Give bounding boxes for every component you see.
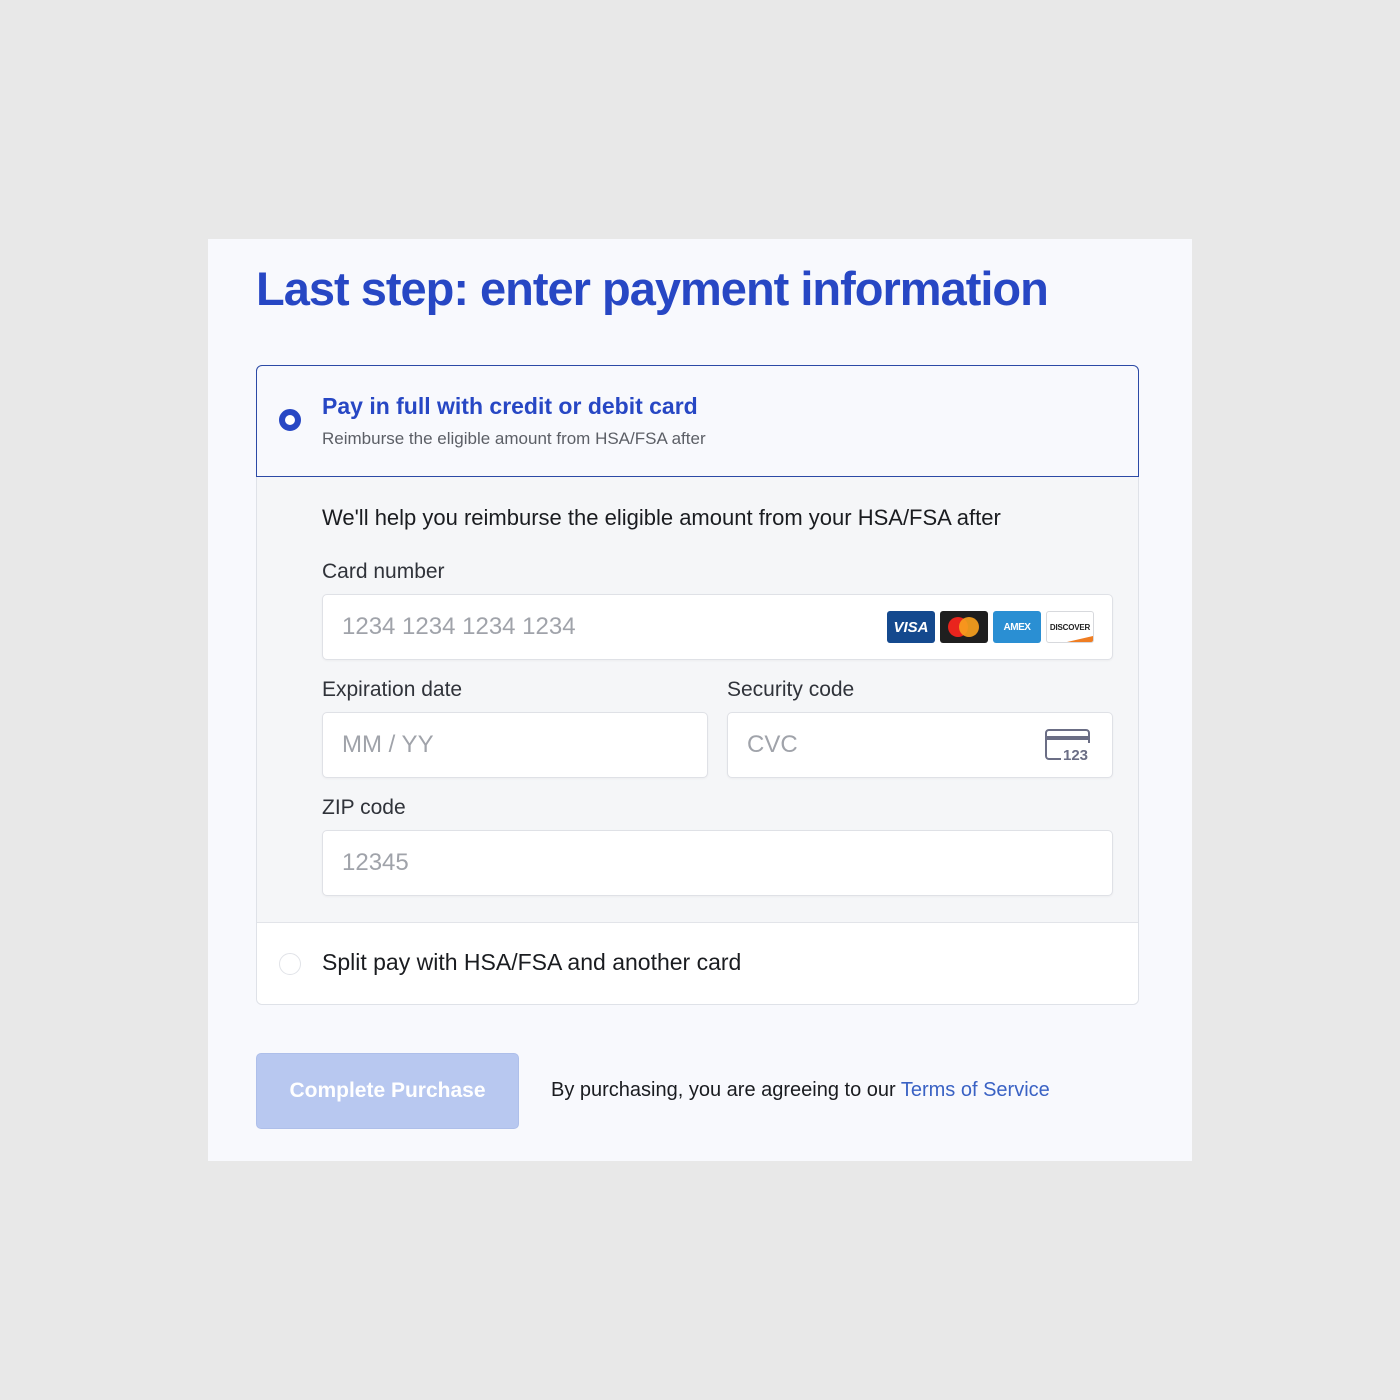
card-number-field: VISA AMEX DISCOVER xyxy=(322,594,1113,660)
terms-agreement-text: By purchasing, you are agreeing to our xyxy=(551,1079,901,1101)
option-split-pay-label: Split pay with HSA/FSA and another card xyxy=(322,949,742,975)
option-pay-in-full[interactable]: Pay in full with credit or debit card Re… xyxy=(256,365,1139,477)
cvc-card-icon: 123 xyxy=(1045,729,1090,763)
complete-purchase-button[interactable]: Complete Purchase xyxy=(256,1053,519,1129)
card-number-label: Card number xyxy=(322,560,445,583)
terms-of-service-link[interactable]: Terms of Service xyxy=(901,1079,1050,1101)
terms-agreement: By purchasing, you are agreeing to our T… xyxy=(551,1079,1050,1102)
security-code-label: Security code xyxy=(727,678,855,701)
security-code-field: 123 xyxy=(727,712,1113,778)
expiration-label: Expiration date xyxy=(322,678,463,701)
visa-icon: VISA xyxy=(887,611,935,643)
option-split-pay[interactable]: Split pay with HSA/FSA and another card xyxy=(257,923,1138,1004)
radio-selected-icon[interactable] xyxy=(279,409,301,431)
page-title: Last step: enter payment information xyxy=(256,262,1049,315)
expiration-field xyxy=(322,712,708,778)
amex-icon: AMEX xyxy=(993,611,1041,643)
card-form: We'll help you reimburse the eligible am… xyxy=(257,477,1138,923)
card-brands: VISA AMEX DISCOVER xyxy=(887,611,1094,643)
option-pay-in-full-subtitle: Reimburse the eligible amount from HSA/F… xyxy=(322,429,706,448)
discover-icon-text: DISCOVER xyxy=(1049,622,1091,632)
payment-panel: Last step: enter payment information Pay… xyxy=(208,239,1192,1161)
payment-options: Pay in full with credit or debit card Re… xyxy=(256,365,1139,1005)
cvc-icon-text: 123 xyxy=(1063,747,1088,763)
mastercard-icon xyxy=(940,611,988,643)
discover-icon: DISCOVER xyxy=(1046,611,1094,643)
zip-field xyxy=(322,830,1113,896)
zip-label: ZIP code xyxy=(322,796,406,819)
hsa-help-text: We'll help you reimburse the eligible am… xyxy=(322,505,1001,530)
expiration-input[interactable] xyxy=(323,713,707,777)
option-pay-in-full-title: Pay in full with credit or debit card xyxy=(322,393,698,419)
zip-input[interactable] xyxy=(323,831,1112,895)
radio-unselected-icon[interactable] xyxy=(279,953,301,975)
